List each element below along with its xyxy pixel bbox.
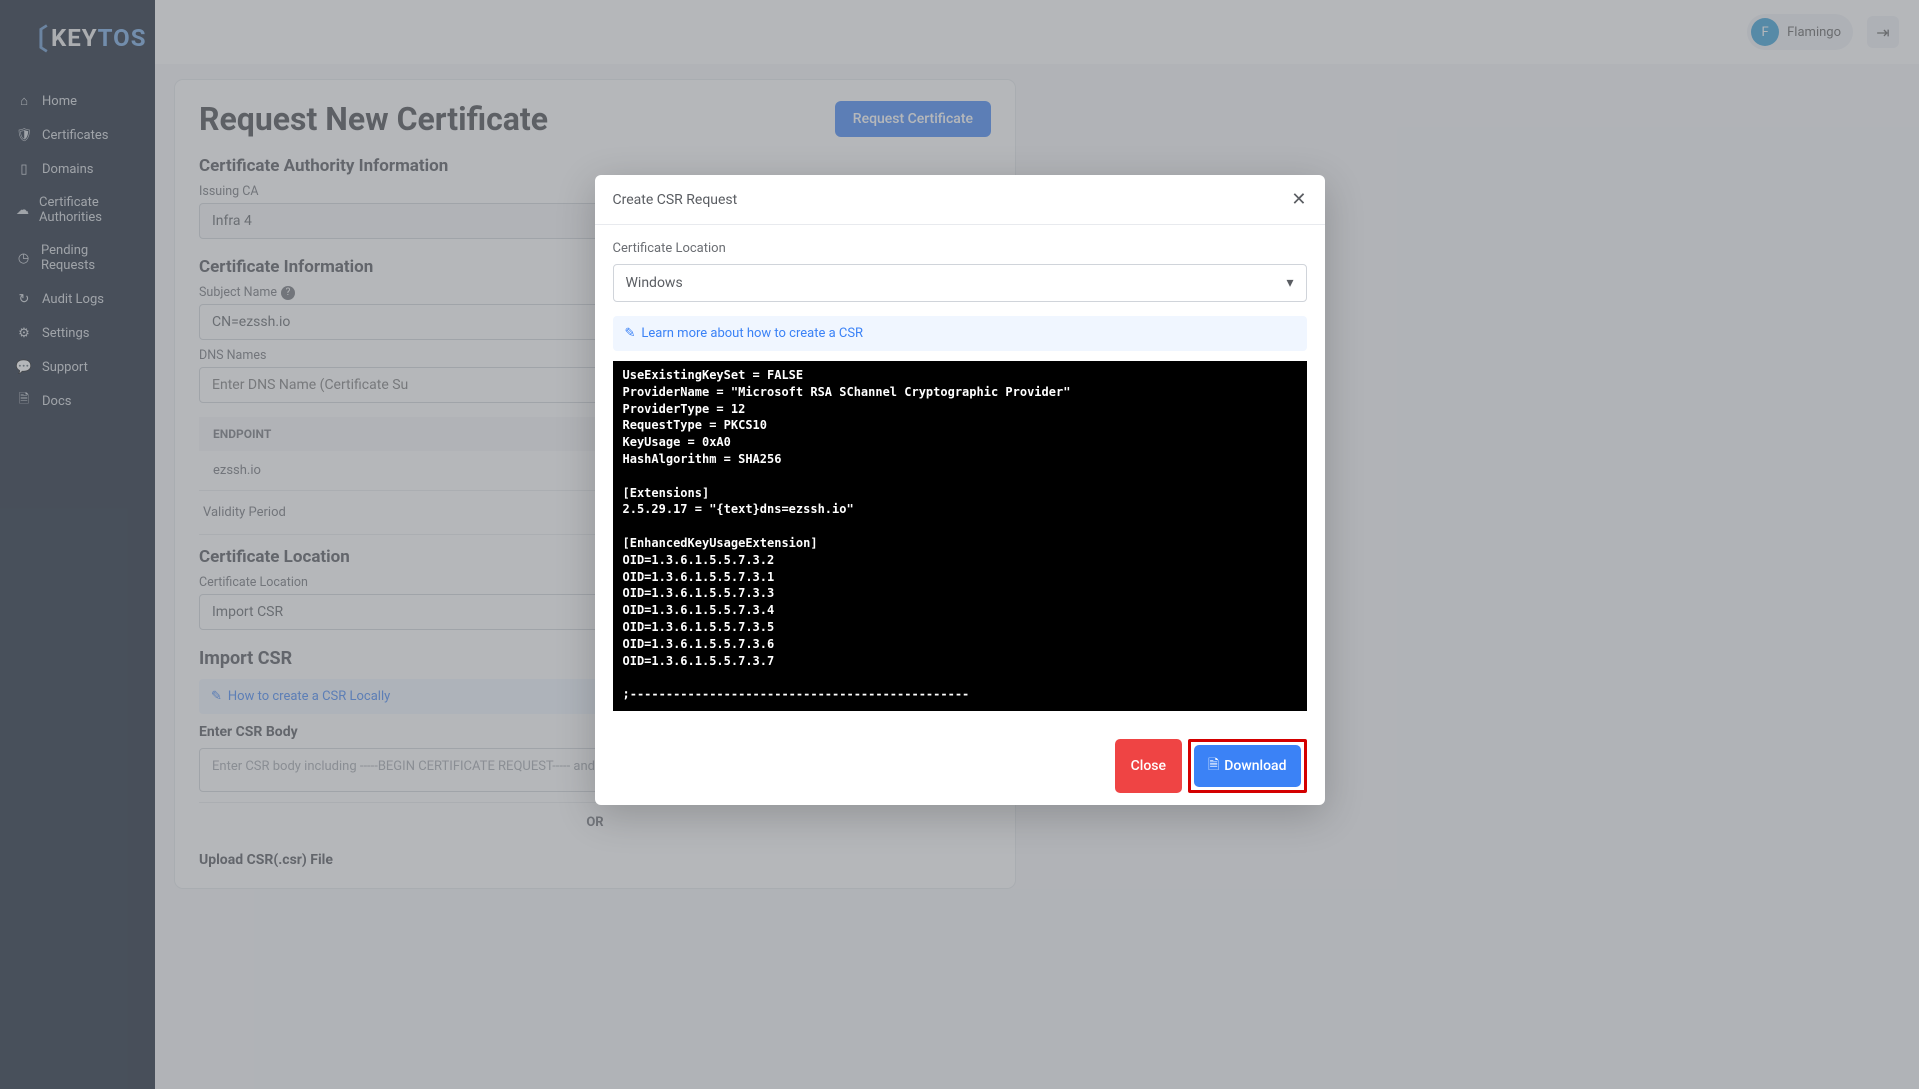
csr-code-block[interactable]: UseExistingKeySet = FALSE ProviderName =…: [613, 361, 1307, 711]
chevron-down-icon: ▾: [1286, 275, 1293, 291]
learn-more-link[interactable]: ✎Learn more about how to create a CSR: [625, 326, 1295, 341]
download-button[interactable]: 🗎Download: [1194, 745, 1300, 787]
learn-more-box: ✎Learn more about how to create a CSR: [613, 316, 1307, 351]
modal-header: Create CSR Request ✕: [595, 175, 1325, 225]
modal-cert-location-label: Certificate Location: [613, 241, 1307, 256]
create-csr-modal: Create CSR Request ✕ Certificate Locatio…: [595, 175, 1325, 805]
modal-footer: Close 🗎Download: [595, 727, 1325, 805]
cert-location-select[interactable]: Windows ▾: [613, 264, 1307, 302]
close-icon[interactable]: ✕: [1291, 189, 1306, 210]
cert-location-selected: Windows: [626, 275, 683, 291]
modal-title: Create CSR Request: [613, 192, 738, 208]
download-icon: 🗎: [1208, 754, 1219, 778]
close-button[interactable]: Close: [1115, 739, 1182, 793]
download-highlight: 🗎Download: [1188, 739, 1306, 793]
external-link-icon: ✎: [625, 326, 636, 341]
modal-body: Certificate Location Windows ▾ ✎Learn mo…: [595, 225, 1325, 727]
